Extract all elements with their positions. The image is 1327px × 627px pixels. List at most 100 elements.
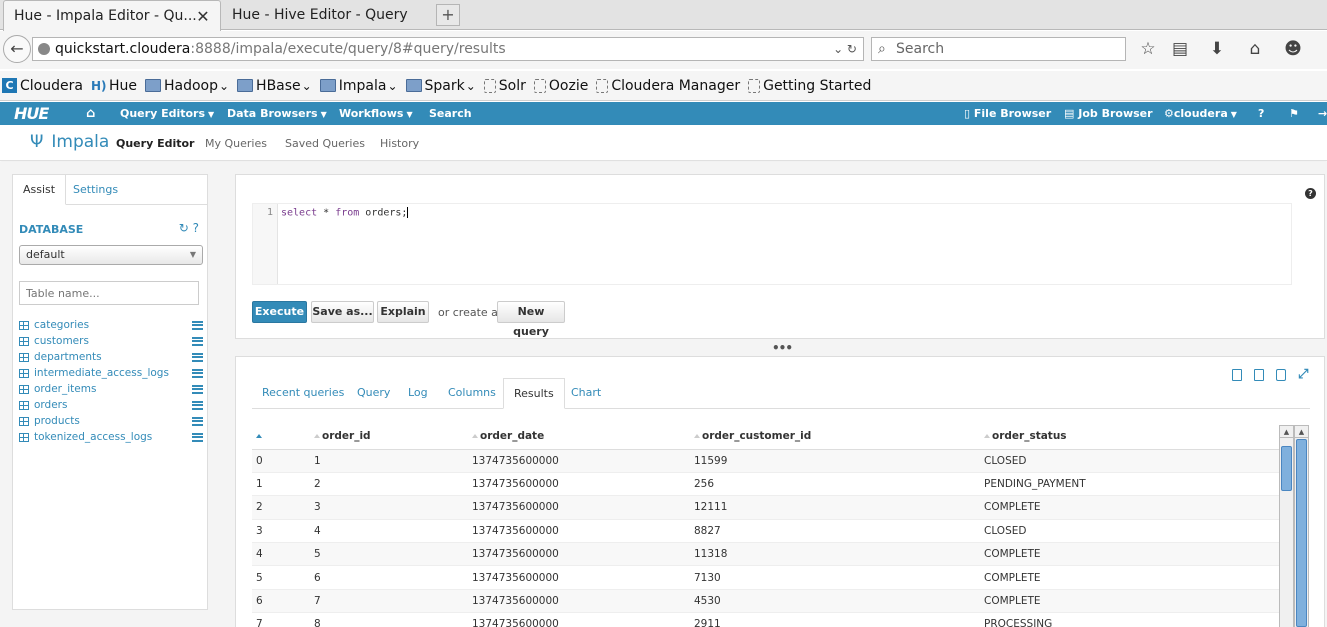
smiley-icon[interactable]: ☻ — [1283, 39, 1303, 59]
refresh-icon[interactable]: ↻ — [179, 221, 189, 235]
download-arrow-icon[interactable]: ⬇ — [1207, 39, 1227, 59]
table-row[interactable]: 7 8 1374735600000 2911 PROCESSING — [252, 612, 1279, 627]
nav-search[interactable]: Search — [429, 107, 472, 120]
table-icon — [19, 336, 29, 346]
back-arrow-icon[interactable]: ← — [3, 35, 31, 63]
column-header[interactable]: order_customer_id — [690, 423, 980, 450]
tab-log[interactable]: Log — [398, 378, 438, 409]
tab-columns[interactable]: Columns — [438, 378, 506, 409]
table-filter-input[interactable] — [19, 281, 199, 305]
bookmark-cloudera-manager[interactable]: Cloudera Manager — [596, 78, 740, 94]
browser-search-input[interactable]: ⌕ Search — [871, 37, 1126, 61]
new-tab-plus-icon[interactable]: + — [436, 4, 460, 26]
help-icon[interactable]: ? — [1305, 188, 1316, 199]
hue-logo[interactable]: HUE — [14, 104, 49, 123]
home-icon[interactable]: ⌂ — [86, 106, 95, 121]
bookmark-getting-started[interactable]: Getting Started — [748, 78, 871, 94]
url-dropdown-reload-icon[interactable]: ⌄ ↻ — [833, 38, 857, 60]
table-list-item[interactable]: intermediate_access_logs — [19, 365, 203, 381]
bookmark-hadoop-folder[interactable]: Hadoop ⌄ — [144, 78, 229, 94]
table-list-item[interactable]: departments — [19, 349, 203, 365]
columns-list-icon[interactable] — [192, 352, 203, 362]
row-index-header[interactable] — [252, 423, 310, 450]
sort-icon[interactable] — [256, 433, 262, 438]
column-header[interactable]: order_status — [980, 423, 1279, 450]
flag-icon[interactable]: ⚑ — [1289, 107, 1299, 120]
table-row[interactable]: 0 1 1374735600000 11599 CLOSED — [252, 449, 1279, 473]
bookmark-solr[interactable]: Solr — [483, 78, 526, 94]
browser-tab-hive[interactable]: Hue - Hive Editor - Query — [222, 0, 434, 30]
help-icon[interactable]: ? — [1258, 107, 1264, 120]
table-list-item[interactable]: orders — [19, 397, 203, 413]
nav-user-menu[interactable]: ⚙cloudera ▼ — [1164, 107, 1237, 120]
tab-chart[interactable]: Chart — [561, 378, 611, 409]
browser-tab-impala[interactable]: Hue - Impala Editor - Qu... ✕ — [3, 0, 221, 31]
table-row[interactable]: 6 7 1374735600000 4530 COMPLETE — [252, 589, 1279, 614]
reading-list-icon[interactable]: ▤ — [1170, 39, 1190, 59]
site-info-icon[interactable] — [38, 43, 50, 55]
table-row[interactable]: 5 6 1374735600000 7130 COMPLETE — [252, 565, 1279, 590]
results-scrollbar-inner[interactable]: ▲ — [1279, 425, 1294, 627]
table-row[interactable]: 3 4 1374735600000 8827 CLOSED — [252, 519, 1279, 544]
panel-resize-handle[interactable]: ••• — [772, 341, 793, 355]
logout-icon[interactable]: → — [1318, 107, 1327, 120]
column-header[interactable]: order_id — [310, 423, 468, 450]
subnav-history[interactable]: History — [380, 137, 419, 150]
bookmark-cloudera[interactable]: C Cloudera — [2, 78, 83, 94]
tab-assist[interactable]: Assist — [13, 175, 67, 205]
table-list-item[interactable]: tokenized_access_logs — [19, 429, 203, 445]
new-query-button[interactable]: New query — [497, 301, 565, 338]
table-row[interactable]: 2 3 1374735600000 12111 COMPLETE — [252, 495, 1279, 520]
help-icon[interactable]: ? — [193, 221, 199, 235]
table-icon — [19, 416, 29, 426]
columns-list-icon[interactable] — [192, 432, 203, 442]
tab-recent-queries[interactable]: Recent queries — [252, 378, 354, 409]
bookmark-hue[interactable]: H) Hue — [91, 78, 137, 94]
sql-editor[interactable]: 1 select * from orders; — [252, 203, 1292, 285]
scroll-up-arrow-icon[interactable]: ▲ — [1295, 426, 1308, 438]
nav-workflows[interactable]: Workflows ▼ — [339, 107, 413, 120]
app-brand[interactable]: Ψ Impala — [30, 132, 109, 152]
table-row[interactable]: 4 5 1374735600000 11318 COMPLETE — [252, 542, 1279, 567]
nav-file-browser[interactable]: ▯ File Browser — [964, 107, 1051, 120]
table-row[interactable]: 1 2 1374735600000 256 PENDING_PAYMENT — [252, 472, 1279, 497]
bookmark-oozie[interactable]: Oozie — [533, 78, 588, 94]
columns-list-icon[interactable] — [192, 368, 203, 378]
columns-list-icon[interactable] — [192, 320, 203, 330]
home-icon[interactable]: ⌂ — [1245, 39, 1265, 59]
nav-job-browser[interactable]: ▤ Job Browser — [1064, 107, 1153, 120]
nav-query-editors[interactable]: Query Editors ▼ — [120, 107, 214, 120]
tab-settings[interactable]: Settings — [63, 175, 128, 205]
tab-query[interactable]: Query — [347, 378, 400, 409]
scrollbar-thumb[interactable] — [1281, 446, 1292, 491]
table-list-item[interactable]: products — [19, 413, 203, 429]
bookmark-impala-folder[interactable]: Impala ⌄ — [319, 78, 398, 94]
save-as-button[interactable]: Save as... — [311, 301, 374, 323]
subnav-my-queries[interactable]: My Queries — [205, 137, 267, 150]
table-list-item[interactable]: categories — [19, 317, 203, 333]
columns-list-icon[interactable] — [192, 400, 203, 410]
nav-data-browsers[interactable]: Data Browsers ▼ — [227, 107, 327, 120]
explain-button[interactable]: Explain — [377, 301, 429, 323]
bookmark-spark-folder[interactable]: Spark ⌄ — [405, 78, 476, 94]
columns-list-icon[interactable] — [192, 336, 203, 346]
close-tab-icon[interactable]: ✕ — [196, 7, 210, 26]
chevron-down-icon: ⌄ — [301, 78, 312, 93]
code-line[interactable]: select * from orders; — [281, 207, 409, 219]
execute-button[interactable]: Execute — [252, 301, 307, 323]
columns-list-icon[interactable] — [192, 416, 203, 426]
subnav-saved-queries[interactable]: Saved Queries — [285, 137, 365, 150]
table-list-item[interactable]: order_items — [19, 381, 203, 397]
table-list-item[interactable]: customers — [19, 333, 203, 349]
bookmark-star-icon[interactable]: ☆ — [1138, 39, 1158, 59]
columns-list-icon[interactable] — [192, 384, 203, 394]
subnav-query-editor[interactable]: Query Editor — [116, 137, 194, 150]
database-select[interactable]: default ▼ — [19, 245, 203, 265]
column-header[interactable]: order_date — [468, 423, 690, 450]
url-bar[interactable]: quickstart.cloudera:8888/impala/execute/… — [32, 37, 864, 61]
scrollbar-thumb[interactable] — [1296, 439, 1307, 627]
bookmark-hbase-folder[interactable]: HBase ⌄ — [237, 78, 312, 94]
tab-results[interactable]: Results — [503, 378, 565, 409]
results-scrollbar-outer[interactable]: ▲ — [1294, 425, 1309, 627]
scroll-up-arrow-icon[interactable]: ▲ — [1280, 426, 1293, 438]
